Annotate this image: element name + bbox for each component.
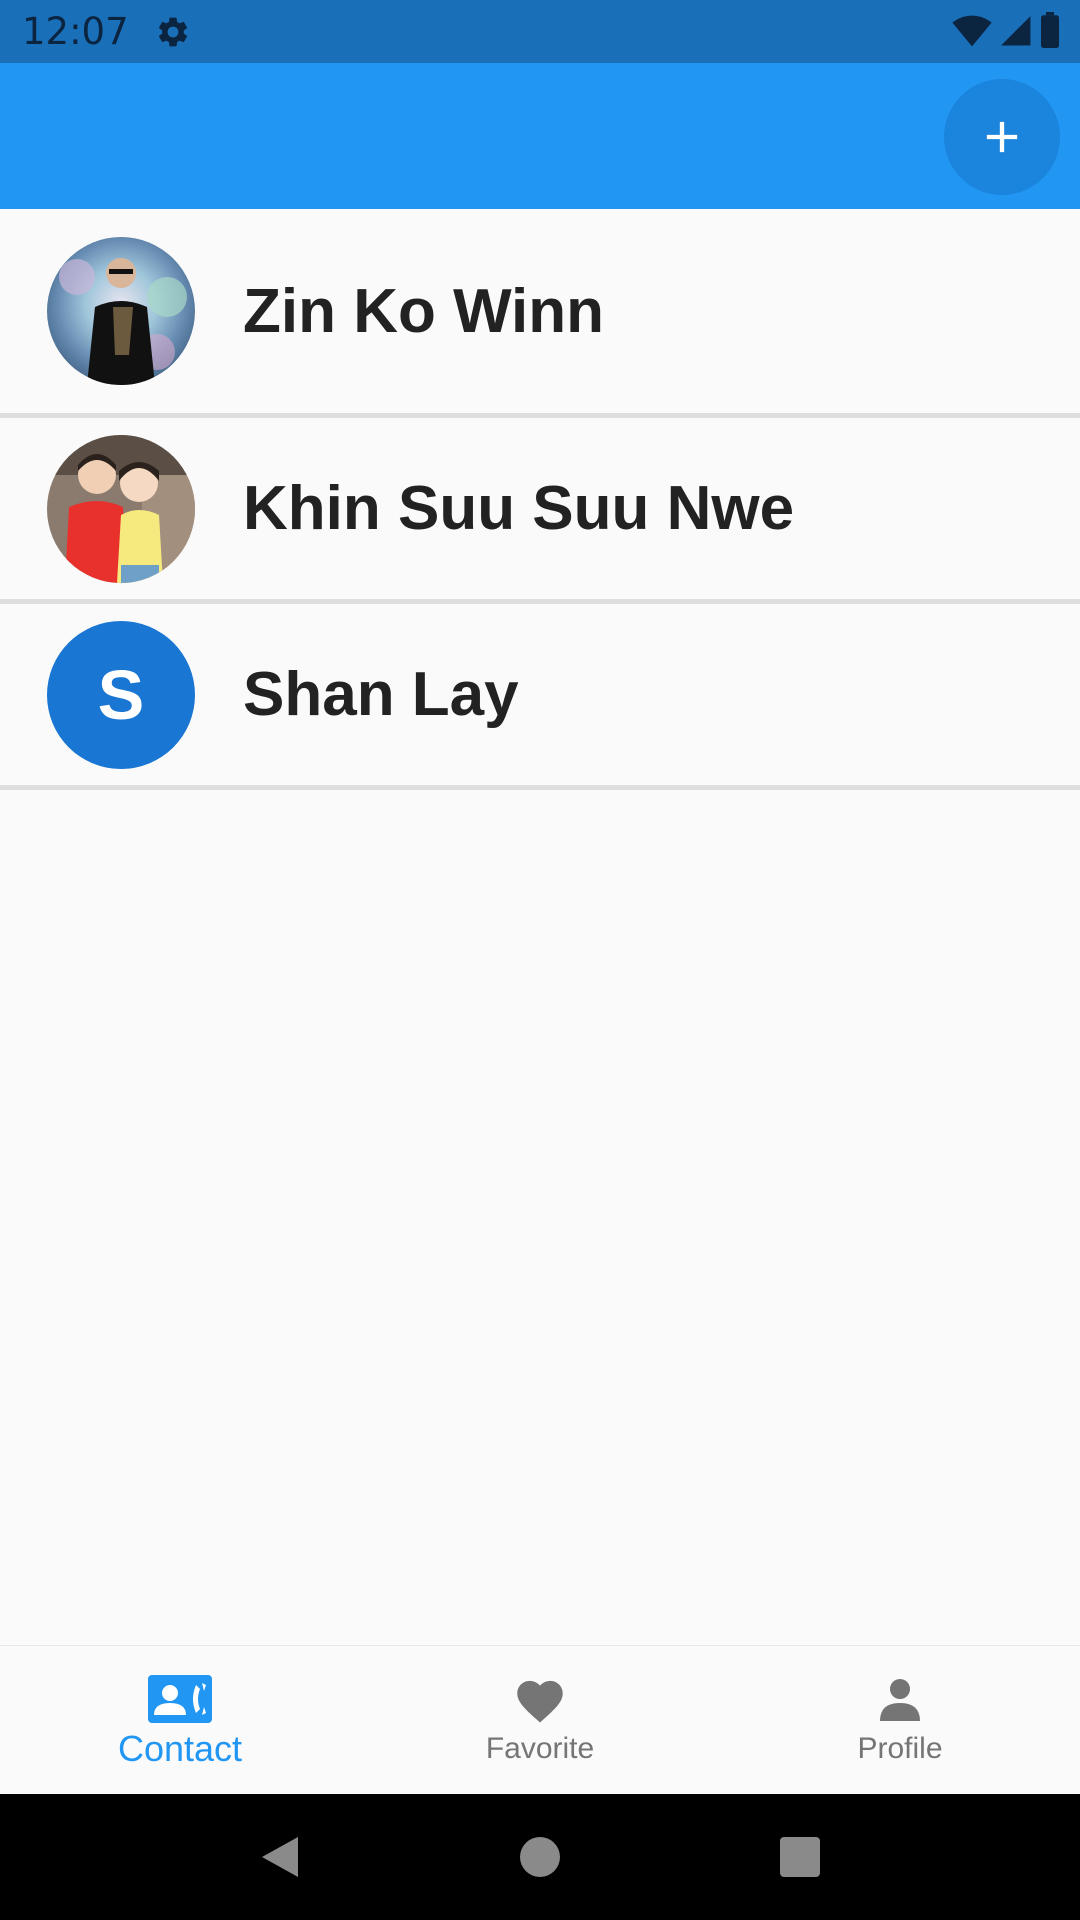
person-icon	[880, 1679, 920, 1721]
status-time: 12:07	[22, 10, 129, 53]
nav-item-profile[interactable]: Profile	[720, 1646, 1080, 1794]
list-item[interactable]: S Shan Lay	[0, 604, 1080, 790]
avatar	[47, 237, 195, 385]
nav-label: Favorite	[485, 1732, 595, 1765]
add-contact-button[interactable]	[944, 79, 1060, 195]
back-icon	[262, 1837, 298, 1877]
status-icons	[952, 12, 1062, 48]
avatar	[47, 434, 195, 583]
nav-item-favorite[interactable]: Favorite	[360, 1646, 720, 1794]
home-icon	[520, 1837, 560, 1877]
contact-name: Shan Lay	[243, 660, 519, 729]
avatar: S	[47, 620, 195, 769]
nav-label: Profile	[857, 1732, 943, 1765]
bottom-navigation: Contact Favorite Profile	[0, 1645, 1080, 1794]
home-button[interactable]	[510, 1827, 570, 1887]
wifi-icon	[952, 15, 992, 47]
app-bar	[0, 63, 1080, 209]
contact-phone-icon	[148, 1675, 212, 1723]
system-navigation-bar	[0, 1794, 1080, 1920]
contact-name: Zin Ko Winn	[243, 276, 605, 346]
settings-icon	[158, 17, 187, 46]
plus-icon	[986, 121, 1018, 153]
recents-button[interactable]	[770, 1827, 830, 1887]
signal-icon	[1001, 16, 1031, 46]
list-item[interactable]: Khin Suu Suu Nwe	[0, 418, 1080, 604]
list-item[interactable]: Zin Ko Winn	[0, 209, 1080, 418]
heart-icon	[517, 1680, 563, 1723]
nav-item-contact[interactable]: Contact	[0, 1646, 360, 1794]
contact-name: Khin Suu Suu Nwe	[243, 474, 795, 543]
battery-icon	[1041, 12, 1059, 48]
contact-list: Zin Ko Winn Khin Suu Suu Nwe S Shan Lay	[0, 209, 1080, 790]
status-bar: 12:07	[0, 0, 1080, 63]
back-button[interactable]	[250, 1827, 310, 1887]
nav-label: Contact	[117, 1728, 243, 1769]
recents-icon	[780, 1837, 820, 1877]
